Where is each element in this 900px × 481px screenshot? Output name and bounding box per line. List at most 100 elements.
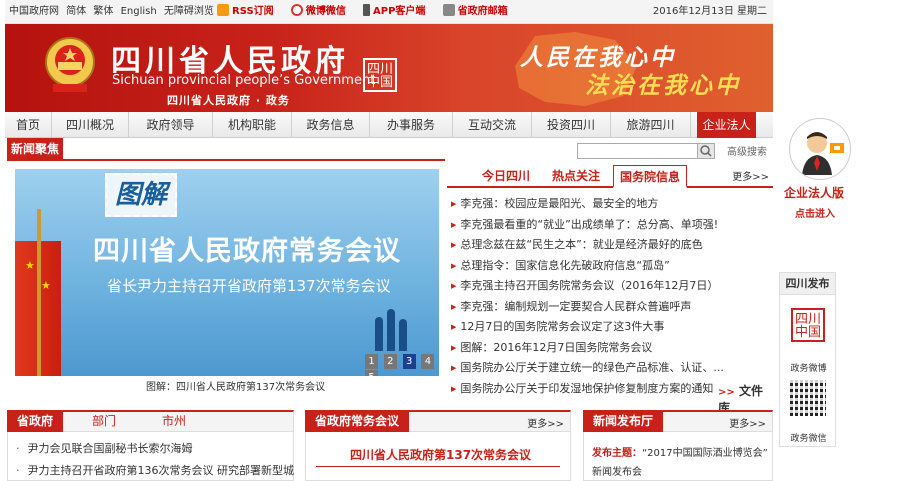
list-item[interactable]: ▶ 总理念兹在兹“民生之本”：就业是经济最好的底色	[451, 235, 773, 256]
feature-caption[interactable]: 图解：四川省人民政府第137次常务会议	[146, 378, 325, 393]
feature-title: 四川省人民政府常务会议	[93, 236, 401, 267]
weibo-seal-logo[interactable]: 四川中国	[791, 308, 825, 342]
phone-icon	[363, 4, 371, 16]
press-release-topic[interactable]: 发布主题：“2017中国国际酒业博览会”	[592, 444, 768, 459]
list-item[interactable]: ▶ 国务院办公厅关于印发湿地保护修复制度方案的通知	[451, 379, 713, 400]
tab-state-council[interactable]: 国务院信息	[613, 165, 687, 188]
news-list: ▶ 李克强：校园应是最阳光、最安全的地方 ▶ 李克强最看重的“就业”出成绩单了：总分…	[451, 194, 773, 399]
weibo-icon	[290, 4, 303, 16]
microphone-icon	[387, 309, 395, 351]
app-link[interactable]: APP客户端	[363, 0, 425, 24]
rss-icon	[217, 4, 229, 16]
headline-divider	[316, 466, 560, 467]
businessman-icon	[802, 132, 844, 175]
list-item[interactable]: · 尹力会见联合国副秘书长索尔海姆	[16, 438, 294, 460]
government-subtitle: 四川省人民政府 · 政务	[167, 94, 290, 107]
news-focus-divider	[7, 159, 445, 161]
list-item[interactable]: ▶ 国务院办公厅关于建立统一的绿色产品标准、认证、...	[451, 358, 773, 379]
bullet-arrow-icon: ▶	[451, 302, 457, 311]
list-item[interactable]: ▶ 图解：2016年12月7日国务院常务会议	[451, 338, 773, 359]
search-icon	[700, 145, 712, 157]
executive-meeting-headline[interactable]: 四川省人民政府第137次常务会议	[350, 446, 531, 463]
top-links: 中国政府网 简体 繁体 English 无障碍浏览	[9, 0, 218, 24]
weibo-wechat-link[interactable]: 微博微信	[290, 0, 346, 24]
current-date: 2016年12月13日 星期二	[652, 6, 767, 17]
main-nav: 首页 四川概况 政府领导 机构职能 政务信息 办事服务 互动交流 投资四川 旅游…	[5, 112, 773, 138]
tab-departments[interactable]: 部门	[82, 410, 126, 432]
press-release-more-link[interactable]: 更多>>	[729, 415, 766, 430]
page-dot-1[interactable]: 1	[365, 354, 378, 369]
list-item[interactable]: ▶ 李克强主持召开国务院常务会议（2016年12月7日）	[451, 276, 773, 297]
nav-sichuan-overview[interactable]: 四川概况	[52, 112, 129, 138]
search-button[interactable]	[697, 143, 715, 159]
sichuan-seal-logo: 四川中国	[363, 58, 397, 92]
list-item[interactable]: ▶ 李克强最看重的“就业”出成绩单了：总分高、单项强!	[451, 215, 773, 236]
nav-functions[interactable]: 机构职能	[213, 112, 292, 138]
nav-interaction[interactable]: 互动交流	[453, 112, 532, 138]
header-banner: 四川省人民政府 Sichuan provincial people’s Gove…	[5, 24, 773, 112]
main-column: 中国政府网 简体 繁体 English 无障碍浏览 RSS订阅 微博微信 APP…	[5, 0, 773, 481]
slide-pager: 1 2 3 4 5	[365, 353, 439, 376]
news-tabs: 今日四川 热点关注 国务院信息 更多>>	[447, 165, 773, 188]
list-item[interactable]: ▶ 李克强：编制规划一定要契合人民群众普遍呼声	[451, 297, 773, 318]
list-item[interactable]: ▶ 总理指令：国家信息化先破政府信息“孤岛”	[451, 256, 773, 277]
executive-meeting-panel: 省政府常务会议 更多>> 四川省人民政府第137次常务会议	[305, 410, 571, 481]
tab-today-sichuan[interactable]: 今日四川	[473, 165, 539, 188]
feature-subtitle: 省长尹力主持召开省政府第137次常务会议	[107, 277, 391, 295]
link-accessibility[interactable]: 无障碍浏览	[164, 6, 214, 17]
search-input[interactable]	[577, 143, 715, 159]
provincial-news-panel: 省政府 部门 市州 · 尹力会见联合国副秘书长索尔海姆 · 尹力主持召开省政府第13…	[7, 410, 294, 481]
list-item[interactable]: · 尹力主持召开省政府第136次常务会议 研究部署新型城	[16, 460, 294, 481]
nav-services[interactable]: 办事服务	[370, 112, 453, 138]
bullet-arrow-icon: ▶	[451, 261, 457, 270]
tab-hot-topics[interactable]: 热点关注	[543, 165, 609, 188]
rss-link[interactable]: RSS订阅	[217, 0, 274, 24]
list-item[interactable]: ▶ 李克强：校园应是最阳光、最安全的地方	[451, 194, 773, 215]
flag-star-icon: ★	[41, 279, 51, 292]
press-release-panel: 新闻发布厅 更多>> 发布主题：“2017中国国际酒业博览会” 新闻发布会	[583, 410, 773, 481]
mail-link[interactable]: 省政府邮箱	[442, 0, 508, 24]
tab-cities[interactable]: 市州	[152, 410, 196, 432]
bullet-icon: ·	[16, 442, 20, 455]
page-dot-4[interactable]: 4	[421, 354, 435, 369]
press-release-title: 新闻发布厅	[583, 410, 664, 432]
page-dot-5[interactable]: 5	[365, 370, 378, 376]
feature-slide[interactable]: 图解 ★ ★ 四川省人民政府常务会议 省长尹力主持召开省政府第137次常务会议 …	[15, 169, 439, 376]
news-focus-label: 新闻聚焦	[7, 138, 64, 160]
tab-provincial-gov[interactable]: 省政府	[7, 410, 64, 432]
nav-gov-info[interactable]: 政务信息	[292, 112, 370, 138]
bullet-arrow-icon: ▶	[451, 282, 457, 290]
slogan-rule-of-law: 法治在我心中	[585, 72, 741, 99]
link-traditional[interactable]: 繁体	[93, 6, 113, 17]
link-english[interactable]: English	[121, 6, 157, 17]
page-dot-2[interactable]: 2	[383, 354, 397, 369]
executive-meeting-title: 省政府常务会议	[305, 410, 410, 432]
nav-tourism[interactable]: 旅游四川	[611, 112, 691, 138]
bullet-icon: ·	[16, 464, 20, 477]
enterprise-version-label[interactable]: 企业法人版	[784, 184, 844, 201]
gov-weibo-label[interactable]: 政务微博	[780, 361, 837, 374]
page-dot-3[interactable]: 3	[402, 354, 416, 369]
nav-invest[interactable]: 投资四川	[532, 112, 611, 138]
double-arrow-icon: >>	[718, 387, 735, 398]
top-bar: 中国政府网 简体 繁体 English 无障碍浏览 RSS订阅 微博微信 APP…	[5, 0, 773, 24]
news-more-link[interactable]: 更多>>	[732, 168, 769, 183]
government-english-title: Sichuan provincial people’s Government	[112, 73, 376, 88]
top-feeds: RSS订阅 微博微信 APP客户端 省政府邮箱	[217, 0, 522, 24]
wechat-qr-code	[790, 380, 826, 416]
nav-home[interactable]: 首页	[5, 112, 52, 138]
nav-enterprise[interactable]: 企业法人	[697, 112, 756, 138]
sichuan-release-title: 四川发布	[780, 273, 835, 295]
list-item[interactable]: ▶ 12月7日的国务院常务会议定了这3件大事	[451, 317, 773, 338]
gov-wechat-label[interactable]: 政务微信	[780, 431, 837, 444]
enterprise-enter-link[interactable]: 点击进入	[795, 205, 835, 220]
link-simplified[interactable]: 简体	[66, 6, 86, 17]
bullet-arrow-icon: ▶	[451, 220, 457, 229]
advanced-search-link[interactable]: 高级搜索	[727, 143, 767, 158]
bullet-arrow-icon: ▶	[451, 364, 457, 372]
executive-meeting-more-link[interactable]: 更多>>	[527, 415, 564, 430]
national-emblem-icon	[45, 37, 95, 92]
link-gov-cn[interactable]: 中国政府网	[9, 6, 59, 17]
nav-leaders[interactable]: 政府领导	[129, 112, 213, 138]
press-release-topic-suffix: 新闻发布会	[592, 467, 642, 478]
